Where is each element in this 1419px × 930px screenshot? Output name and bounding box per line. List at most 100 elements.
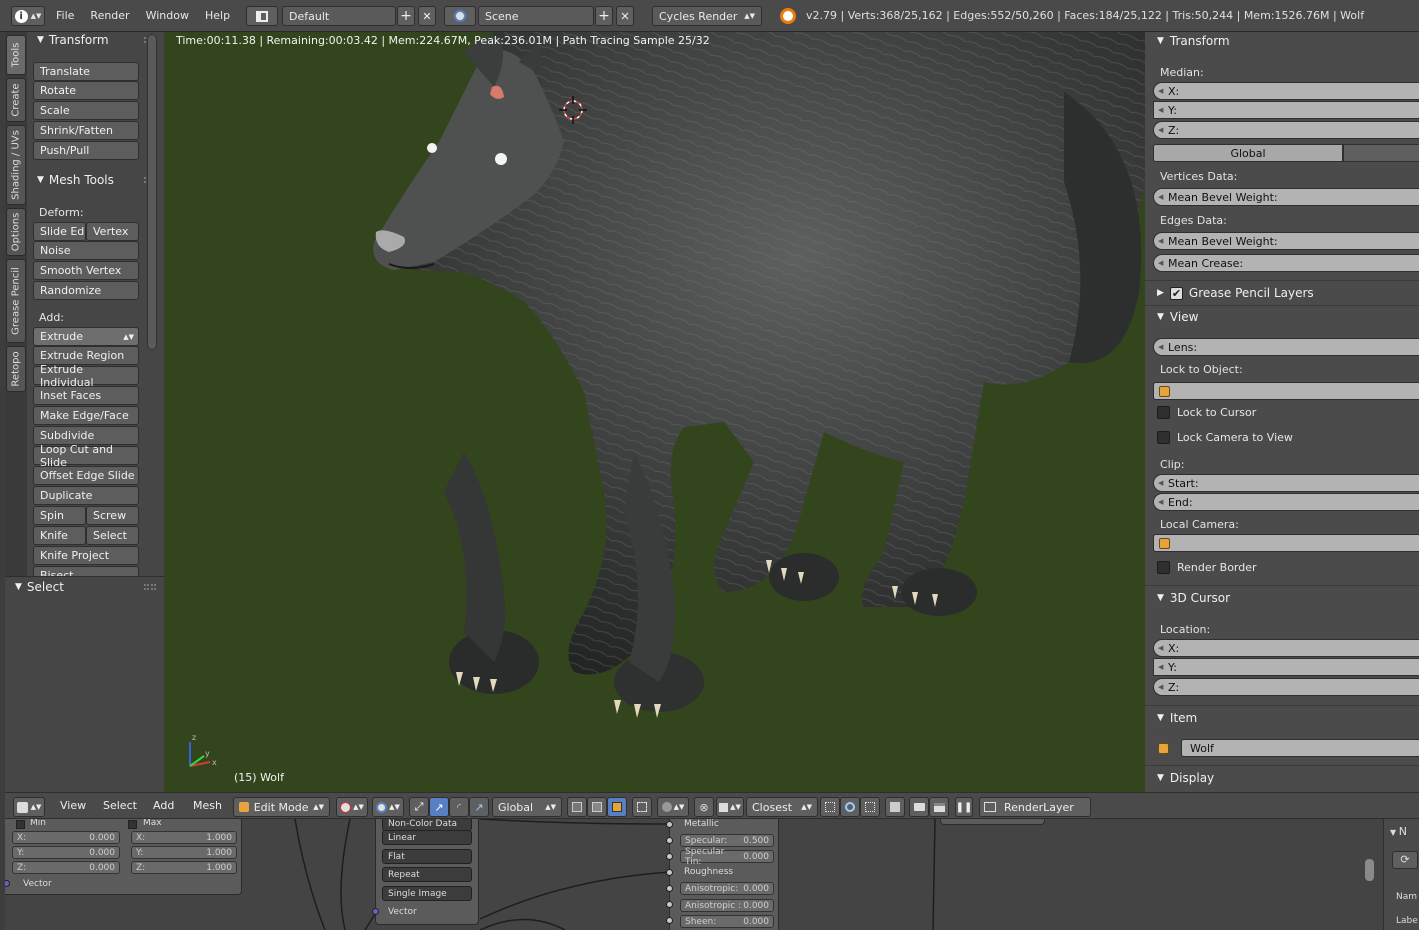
median-z-field[interactable]: ◀ Z:: [1153, 121, 1419, 139]
spin-button[interactable]: Spin: [33, 506, 86, 525]
3d-viewport[interactable]: z y x Time:00:11.38 | Remaining:00:03.42…: [164, 32, 1145, 792]
vertex-mean-bevel-weight-field[interactable]: ◀ Mean Bevel Weight:: [1153, 188, 1419, 206]
item-name-field[interactable]: Wolf: [1181, 739, 1419, 757]
max-x-field[interactable]: X: 1.000: [131, 831, 237, 844]
vertex-select-mode[interactable]: [567, 797, 587, 817]
remove-screen-button[interactable]: ✕: [418, 6, 436, 26]
snap-option-2[interactable]: [840, 797, 860, 817]
anisotropic-field[interactable]: Anisotropic: 0.000: [680, 882, 774, 895]
rotate-button[interactable]: Rotate: [33, 81, 139, 100]
pivot-point-dropdown[interactable]: ▲▼: [372, 797, 404, 817]
median-x-field[interactable]: ◀ X:: [1153, 82, 1419, 100]
render-engine-dropdown[interactable]: Cycles Render ▲▼: [652, 6, 762, 26]
vector-input-socket[interactable]: [372, 908, 379, 915]
randomize-button[interactable]: Randomize: [33, 281, 139, 300]
tool-shelf-scrollbar[interactable]: [147, 34, 157, 350]
extrude-dropdown[interactable]: Extrude ▲▼: [33, 327, 139, 346]
tab-tools[interactable]: Tools: [6, 35, 26, 75]
clip-end-field[interactable]: ◀ End:: [1153, 493, 1419, 511]
snap-target-dropdown[interactable]: Closest ▲▼: [746, 797, 818, 817]
3d-cursor-panel-header[interactable]: ▼ 3D Cursor: [1145, 587, 1419, 609]
limit-selection-toggle[interactable]: [632, 797, 652, 817]
transform-panel-header[interactable]: ▼ Transform: [27, 32, 164, 50]
mesh-tools-panel-header[interactable]: ▼ Mesh Tools: [27, 170, 164, 190]
render-animation-button[interactable]: [929, 797, 949, 817]
sidebar-header[interactable]: ▼ N: [1390, 825, 1407, 838]
select-panel-header[interactable]: ▼ Select: [5, 577, 164, 597]
tab-grease-pencil[interactable]: Grease Pencil: [6, 259, 26, 343]
transform-orientation-dropdown[interactable]: Global ▲▼: [492, 797, 562, 817]
edge-select-mode[interactable]: [587, 797, 607, 817]
mean-crease-field[interactable]: ◀ Mean Crease:: [1153, 254, 1419, 272]
menu-render[interactable]: Render: [82, 0, 137, 32]
grease-pencil-layers-header[interactable]: ▶ ✔ Grease Pencil Layers: [1145, 282, 1419, 304]
snap-element-dropdown[interactable]: ▲▼: [716, 797, 744, 817]
lock-to-cursor-checkbox[interactable]: Lock to Cursor: [1157, 406, 1256, 419]
sheen-field[interactable]: Sheen: 0.000: [680, 915, 774, 928]
display-panel-header[interactable]: ▼ Display: [1145, 767, 1419, 789]
add-scene-button[interactable]: +: [595, 6, 613, 26]
add-screen-button[interactable]: +: [397, 6, 415, 26]
max-checkbox[interactable]: [128, 820, 137, 829]
roughness-socket[interactable]: [666, 869, 673, 876]
menu-view[interactable]: View: [60, 799, 86, 812]
manipulator-toggle[interactable]: ⤢: [409, 797, 429, 817]
anisotropic-rotation-socket[interactable]: [666, 901, 673, 908]
specular-socket[interactable]: [666, 837, 673, 844]
principled-bsdf-node[interactable]: Metallic Specular: 0.500 Specular Tin: 0.0…: [666, 819, 779, 930]
local-camera-field[interactable]: [1153, 534, 1419, 552]
max-z-field[interactable]: Z: 1.000: [131, 861, 237, 874]
median-y-field[interactable]: ◀ Y:: [1153, 101, 1419, 119]
noise-button[interactable]: Noise: [33, 241, 139, 260]
sheen-socket[interactable]: [666, 917, 673, 924]
inset-faces-button[interactable]: Inset Faces: [33, 386, 139, 405]
source-dropdown[interactable]: Single Image: [382, 886, 472, 901]
copy-layers-button[interactable]: [885, 797, 905, 817]
offset-edge-slide-button[interactable]: Offset Edge Slide: [33, 466, 139, 485]
anisotropic-socket[interactable]: [666, 885, 673, 892]
specular-field[interactable]: Specular: 0.500: [680, 834, 774, 847]
specular-tint-socket[interactable]: [666, 853, 673, 860]
bisect-button[interactable]: Bisect: [33, 566, 139, 576]
view-panel-header[interactable]: ▼ View: [1145, 306, 1419, 328]
mapping-node[interactable]: Min Max X: 0.000 Y: 0.000 Z: 0.000 X: 1.000 …: [5, 819, 242, 895]
menu-select[interactable]: Select: [103, 799, 137, 812]
smooth-vertex-button[interactable]: Smooth Vertex: [33, 261, 139, 280]
menu-mesh[interactable]: Mesh: [193, 799, 222, 812]
projection-dropdown[interactable]: Flat: [382, 849, 472, 864]
pause-render-button[interactable]: ❚❚: [955, 797, 973, 817]
editor-type-button[interactable]: i ▲▼: [11, 6, 45, 26]
shrink-fatten-button[interactable]: Shrink/Fatten: [33, 121, 139, 140]
extrude-individual-button[interactable]: Extrude Individual: [33, 363, 139, 389]
slide-edge-button[interactable]: Slide Ed: [33, 222, 86, 241]
make-edge-face-button[interactable]: Make Edge/Face: [33, 406, 139, 425]
scene-name[interactable]: Scene: [478, 6, 594, 26]
grease-pencil-checkbox[interactable]: ✔: [1169, 286, 1183, 300]
snap-toggle[interactable]: ⊗: [694, 797, 714, 817]
tab-shading-uvs[interactable]: Shading / UVs: [6, 125, 26, 205]
remove-scene-button[interactable]: ✕: [616, 6, 634, 26]
specular-tint-field[interactable]: Specular Tin: 0.000: [680, 847, 774, 867]
translate-button[interactable]: Translate: [33, 62, 139, 81]
item-panel-header[interactable]: ▼ Item: [1145, 707, 1419, 729]
tab-retopo[interactable]: Retopo: [6, 346, 26, 392]
min-checkbox[interactable]: [16, 820, 25, 829]
screen-layout-name[interactable]: Default: [282, 6, 396, 26]
slide-vertex-button[interactable]: Vertex: [86, 222, 139, 241]
scale-manipulator[interactable]: ↗: [469, 797, 489, 817]
screen-layout-selector[interactable]: [246, 6, 278, 26]
cursor-x-field[interactable]: ◀ X:: [1153, 639, 1419, 657]
menu-add[interactable]: Add: [153, 799, 174, 812]
extension-dropdown[interactable]: Repeat: [382, 867, 472, 882]
lens-field[interactable]: ◀ Lens:: [1153, 338, 1419, 356]
push-pull-button[interactable]: Push/Pull: [33, 141, 139, 160]
image-texture-node[interactable]: Non-Color Data Linear Flat Repeat Single…: [372, 819, 479, 925]
grip-icon[interactable]: [144, 584, 156, 590]
menu-window[interactable]: Window: [138, 0, 197, 32]
local-toggle[interactable]: [1343, 144, 1419, 162]
render-image-button[interactable]: [909, 797, 929, 817]
max-y-field[interactable]: Y: 1.000: [131, 846, 237, 859]
anisotropic-rotation-field[interactable]: Anisotropic :0.000: [680, 899, 774, 912]
render-border-checkbox[interactable]: Render Border: [1157, 561, 1257, 574]
knife-project-button[interactable]: Knife Project: [33, 546, 139, 565]
